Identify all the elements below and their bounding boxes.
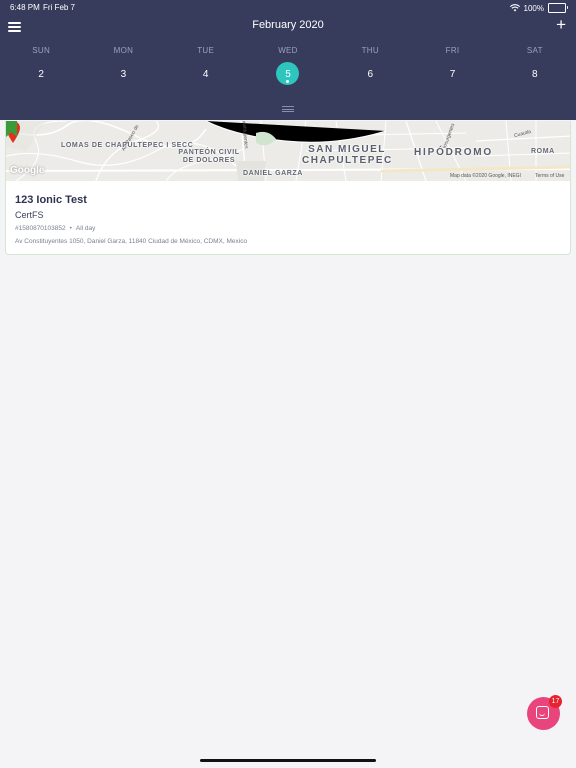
day-cell-selected[interactable]: 5: [247, 62, 329, 86]
day-number: 3: [120, 68, 127, 80]
chat-icon: [536, 706, 549, 719]
day-cell[interactable]: 8: [494, 62, 576, 86]
event-address: Av Constituyentes 1050, Daniel Garza, 11…: [15, 238, 248, 245]
map-label: PANTEÓN CIVIL DE DOLORES: [178, 149, 240, 164]
event-map[interactable]: LOMAS DE CHAPULTEPEC I SECC PANTEÓN CIVI…: [6, 121, 570, 181]
day-number: 4: [202, 68, 209, 80]
weekday-label: TUE: [197, 46, 215, 55]
day-number: 8: [532, 68, 538, 80]
weekday-row: SUN MON TUE WED THU FRI SAT: [0, 46, 576, 55]
weekday-label: SAT: [526, 46, 543, 55]
weekday-label: MON: [113, 46, 134, 55]
day-cell[interactable]: 6: [329, 62, 411, 86]
status-bar: 6:48 PM Fri Feb 7 100%: [0, 3, 576, 15]
map-attribution: Map data ©2020 Google, INEGI: [450, 173, 521, 179]
terms-link[interactable]: Terms of Use: [535, 173, 564, 179]
status-time: 6:48 PM: [10, 3, 40, 12]
event-card[interactable]: LOMAS DE CHAPULTEPEC I SECC PANTEÓN CIVI…: [5, 121, 571, 255]
event-time: All day: [75, 225, 96, 232]
battery-percent: 100%: [523, 3, 544, 13]
battery-icon: [548, 3, 568, 13]
meta-separator: •: [69, 225, 72, 232]
weekday-label: FRI: [445, 46, 460, 55]
calendar-header: 6:48 PM Fri Feb 7 100% February 2020 + S…: [0, 0, 576, 120]
day-cell[interactable]: 7: [411, 62, 493, 86]
event-id: #1580870103852: [15, 225, 66, 232]
chat-badge: 17: [549, 695, 562, 708]
day-number: 2: [38, 68, 44, 80]
map-label: HIPÓDROMO: [414, 147, 493, 158]
map-label: DANIEL GARZA: [243, 170, 303, 177]
day-cell[interactable]: 4: [165, 62, 247, 86]
event-meta: #1580870103852 • All day: [15, 225, 95, 232]
bookmark-icon[interactable]: [6, 121, 17, 137]
weekday-label: SUN: [32, 46, 51, 55]
wifi-icon: [509, 4, 520, 12]
map-label: ROMA: [531, 148, 555, 155]
day-cell[interactable]: 3: [82, 62, 164, 86]
day-cell[interactable]: 2: [0, 62, 82, 86]
map-label: SAN MIGUEL CHAPULTEPEC: [302, 144, 393, 166]
status-date: Fri Feb 7: [43, 3, 76, 12]
day-number: 6: [367, 68, 374, 80]
drag-handle[interactable]: [282, 106, 294, 112]
date-row: 2 3 4 5 6 7 8: [0, 62, 576, 86]
weekday-label: WED: [278, 46, 298, 55]
plus-icon[interactable]: +: [556, 16, 566, 33]
day-number: 7: [449, 68, 456, 80]
home-indicator[interactable]: [200, 759, 376, 762]
event-organization: CertFS: [15, 210, 44, 220]
day-number: 5: [285, 68, 291, 80]
event-title: 123 Ionic Test: [15, 194, 87, 206]
status-right: 100%: [509, 3, 568, 13]
weekday-label: THU: [361, 46, 379, 55]
google-logo: Google: [10, 165, 45, 176]
month-title[interactable]: February 2020: [0, 19, 576, 31]
